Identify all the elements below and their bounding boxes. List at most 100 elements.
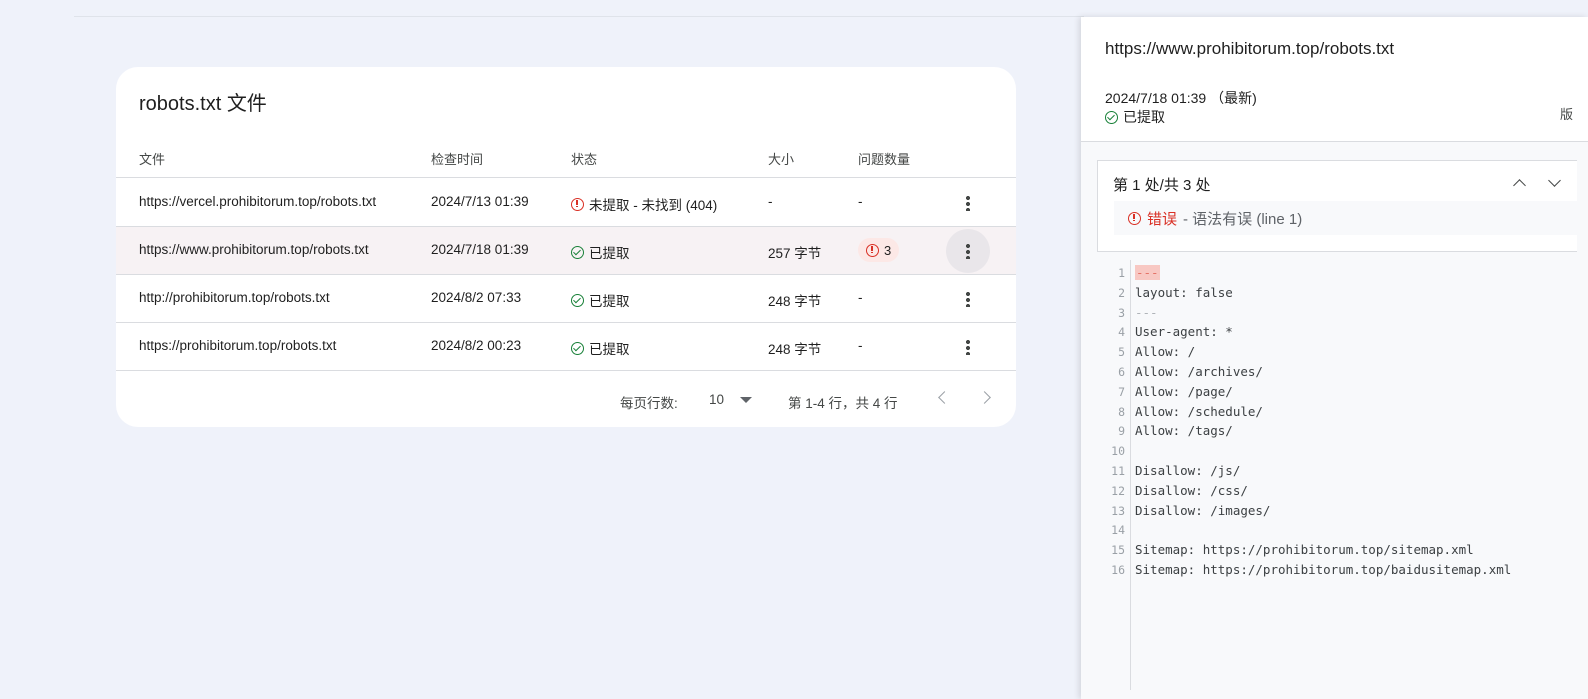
status-cell: 已提取 <box>571 338 630 358</box>
file-size: 248 字节 <box>768 342 822 357</box>
table-header: 文件 检查时间 状态 大小 问题数量 <box>116 145 1016 178</box>
top-divider <box>74 16 1084 17</box>
issue-position: 第 1 处/共 3 处 <box>1113 177 1211 194</box>
rows-per-page-select[interactable]: 10 <box>709 392 724 407</box>
details-panel: https://www.prohibitorum.top/robots.txt … <box>1081 17 1588 699</box>
code-line: Disallow: /images/ <box>1135 502 1271 518</box>
column-check-time: 检查时间 <box>431 152 484 167</box>
page-range: 第 1-4 行，共 4 行 <box>788 396 898 411</box>
status-text: 已提取 <box>589 294 630 309</box>
prev-page-icon[interactable] <box>938 391 951 404</box>
panel-date: 2024/7/18 01:39 （最新) <box>1105 90 1257 106</box>
file-url: https://prohibitorum.top/robots.txt <box>139 338 337 353</box>
file-size: - <box>768 194 773 209</box>
file-url: https://vercel.prohibitorum.top/robots.t… <box>139 194 377 209</box>
status-text: 已提取 <box>589 342 630 357</box>
table-row[interactable]: https://vercel.prohibitorum.top/robots.t… <box>116 179 1016 227</box>
code-line: --- <box>1135 265 1160 280</box>
column-file: 文件 <box>139 152 166 167</box>
code-line: User-agent: * <box>1135 324 1233 340</box>
table-row[interactable]: https://prohibitorum.top/robots.txt 2024… <box>116 323 1016 371</box>
line-number: 4 <box>1118 325 1125 340</box>
table-row[interactable]: https://www.prohibitorum.top/robots.txt … <box>116 227 1016 275</box>
error-icon <box>1128 211 1141 225</box>
status-cell: 未提取 - 未找到 (404) <box>571 194 717 214</box>
line-number: 9 <box>1118 424 1125 439</box>
line-number-gutter: 1 2 3 4 5 6 7 8 9 10 11 12 13 14 15 16 <box>1097 260 1131 690</box>
line-number: 16 <box>1111 563 1125 577</box>
code-line: Allow: / <box>1135 344 1196 360</box>
panel-status: 已提取 <box>1105 107 1165 127</box>
issue-message: 错误 - 语法有误 (line 1) <box>1114 201 1578 235</box>
line-number: 1 <box>1118 266 1125 280</box>
check-time: 2024/8/2 07:33 <box>431 290 522 305</box>
column-size: 大小 <box>768 152 795 167</box>
error-icon <box>571 197 584 211</box>
more-vert-icon <box>966 339 970 355</box>
more-vert-icon <box>966 195 970 211</box>
issue-count: - <box>858 290 863 305</box>
status-text: 已提取 <box>589 246 630 261</box>
code-line: Allow: /tags/ <box>1135 423 1233 439</box>
code-line: Allow: /page/ <box>1135 383 1233 399</box>
rows-per-page-label: 每页行数: <box>620 396 678 411</box>
check-time: 2024/7/18 01:39 <box>431 242 529 257</box>
dropdown-caret-icon[interactable] <box>740 397 752 403</box>
panel-status-text: 已提取 <box>1123 109 1165 125</box>
panel-url: https://www.prohibitorum.top/robots.txt <box>1105 39 1395 58</box>
file-size: 257 字节 <box>768 246 822 261</box>
code-viewer: 1 2 3 4 5 6 7 8 9 10 11 12 13 14 15 16 --- layout: false… <box>1097 260 1577 690</box>
issue-type: 错误 <box>1147 210 1178 228</box>
line-number: 7 <box>1118 384 1125 399</box>
more-vert-icon <box>966 291 970 307</box>
line-number: 8 <box>1118 404 1125 419</box>
check-time: 2024/8/2 00:23 <box>431 338 522 353</box>
code-line: Sitemap: https://prohibitorum.top/baidus… <box>1135 562 1512 577</box>
line-number: 6 <box>1118 365 1125 379</box>
code-line: --- <box>1135 304 1158 320</box>
code-line: layout: false <box>1135 284 1233 300</box>
next-page-icon[interactable] <box>978 391 991 404</box>
status-cell: 已提取 <box>571 242 630 262</box>
more-options-button[interactable] <box>946 229 990 273</box>
more-vert-icon <box>966 243 970 259</box>
issue-count: 3 <box>884 242 892 258</box>
more-options-button[interactable] <box>946 181 990 225</box>
issue-count-badge: 3 <box>858 238 900 262</box>
line-number: 12 <box>1111 483 1125 498</box>
issue-description: - 语法有误 (line 1) <box>1183 210 1303 228</box>
code-line: Allow: /schedule/ <box>1135 403 1263 419</box>
line-number: 3 <box>1118 305 1125 320</box>
issue-count: - <box>858 194 863 209</box>
status-text: 未提取 - 未找到 (404) <box>589 198 718 213</box>
check-circle-icon <box>1105 110 1118 124</box>
check-circle-icon <box>571 293 584 307</box>
code-line: Allow: /archives/ <box>1135 364 1263 379</box>
file-url: http://prohibitorum.top/robots.txt <box>139 290 330 305</box>
check-circle-icon <box>571 245 584 259</box>
line-number: 10 <box>1111 444 1125 459</box>
issue-navigator: 第 1 处/共 3 处 错误 - 语法有误 (line 1) <box>1097 160 1578 252</box>
line-number: 15 <box>1111 543 1125 558</box>
file-size: 248 字节 <box>768 294 822 309</box>
line-number: 14 <box>1111 523 1125 538</box>
column-issues: 问题数量 <box>858 152 911 167</box>
issue-count: - <box>858 338 863 353</box>
next-issue-icon[interactable] <box>1548 174 1561 187</box>
line-number: 5 <box>1118 345 1125 360</box>
table-row[interactable]: http://prohibitorum.top/robots.txt 2024/… <box>116 275 1016 323</box>
column-status: 状态 <box>571 152 598 167</box>
more-options-button[interactable] <box>946 277 990 321</box>
check-circle-icon <box>571 341 584 355</box>
previous-issue-icon[interactable] <box>1513 179 1526 192</box>
check-time: 2024/7/13 01:39 <box>431 194 529 209</box>
line-number: 13 <box>1111 503 1125 518</box>
file-url: https://www.prohibitorum.top/robots.txt <box>139 242 369 257</box>
line-number: 11 <box>1111 464 1125 478</box>
version-label[interactable]: 版 <box>1560 104 1573 123</box>
more-options-button[interactable] <box>946 325 990 369</box>
error-icon <box>866 243 879 257</box>
line-number: 2 <box>1118 285 1125 300</box>
code-line: Sitemap: https://prohibitorum.top/sitema… <box>1135 542 1474 558</box>
card-title: robots.txt 文件 <box>139 93 267 115</box>
